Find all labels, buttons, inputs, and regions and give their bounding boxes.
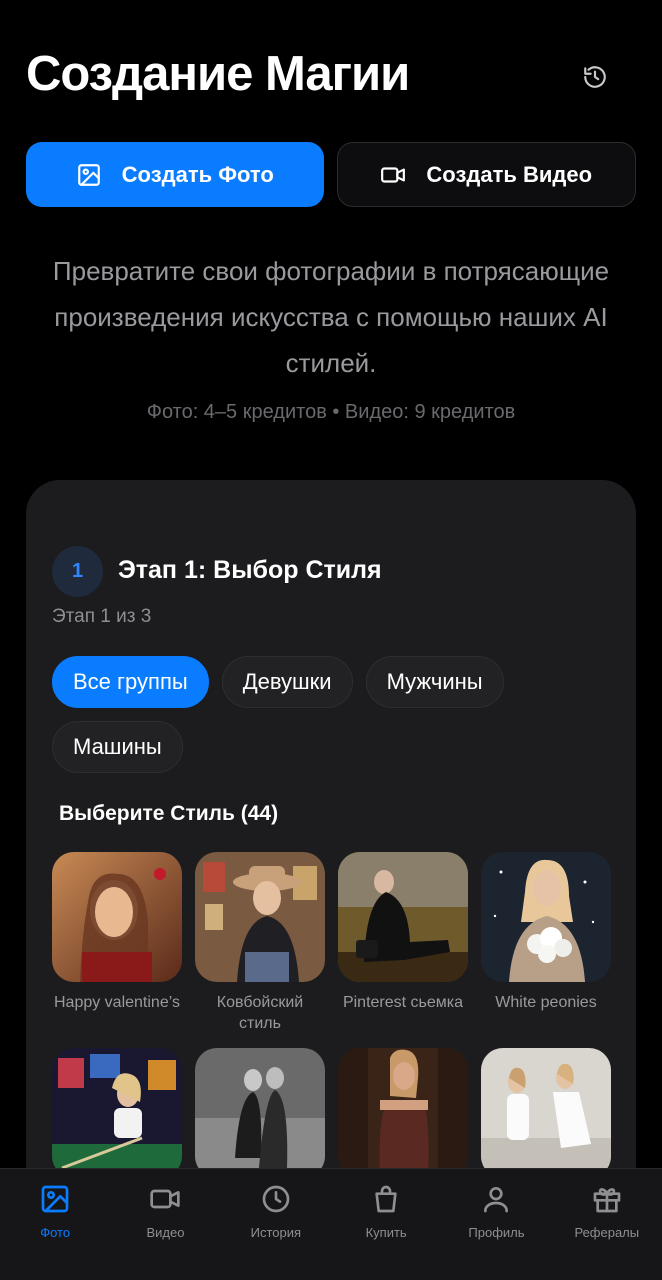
nav-item-photo[interactable]: Фото: [0, 1169, 110, 1280]
intro-text: Превратите свои фотографии в потрясающие…: [52, 256, 610, 378]
nav-item-history[interactable]: История: [221, 1169, 331, 1280]
image-icon: [77, 163, 100, 186]
header: Создание Магии: [26, 42, 636, 106]
nav-item-referrals[interactable]: Рефералы: [552, 1169, 662, 1280]
style-thumbnail: [52, 1048, 182, 1178]
history-icon: [584, 66, 606, 88]
video-icon: [150, 1189, 181, 1209]
style-label: Happy valentine’s: [53, 994, 180, 1011]
nav-item-buy[interactable]: Купить: [331, 1169, 441, 1280]
nav-item-label: Рефералы: [574, 1225, 640, 1240]
style-thumbnail: [338, 852, 468, 982]
filter-cars[interactable]: Машины: [52, 721, 183, 773]
style-tile[interactable]: Ковбойский стиль: [195, 852, 325, 1034]
step-title: Этап 1: Выбор Стиля: [118, 556, 382, 584]
filter-men[interactable]: Мужчины: [365, 656, 504, 708]
page-title: Создание Магии: [26, 47, 410, 101]
history-button[interactable]: [580, 62, 610, 92]
nav-item-label: Профиль: [468, 1225, 525, 1240]
nav-item-label: Фото: [40, 1225, 71, 1240]
style-tile[interactable]: White peonies: [481, 852, 611, 1034]
style-thumbnail: [195, 1048, 325, 1178]
nav-item-label: Видео: [146, 1225, 185, 1240]
create-photo-button[interactable]: Создать Фото: [26, 142, 324, 207]
nav-item-label: История: [250, 1225, 302, 1240]
create-video-button[interactable]: Создать Видео: [336, 142, 636, 207]
credits-info: Фото: 4–5 кредитов • Видео: 9 кредитов: [146, 401, 516, 423]
styles-heading: Выберите Стиль (44): [59, 802, 279, 825]
user-icon: [484, 1187, 509, 1213]
style-thumbnail: [52, 852, 182, 982]
style-tile[interactable]: Pinterest сьемка: [338, 852, 468, 1034]
shopping-bag-icon: [375, 1185, 397, 1213]
style-label: White peonies: [495, 994, 597, 1011]
video-camera-icon: [381, 166, 406, 183]
step-progress: Этап 1 из 3: [52, 606, 152, 627]
style-thumbnail: [338, 1048, 468, 1178]
filter-girls[interactable]: Девушки: [221, 656, 353, 708]
style-label: Ковбойский стиль: [216, 994, 304, 1032]
filter-all-groups[interactable]: Все группы: [52, 656, 209, 708]
style-label: Pinterest сьемка: [342, 994, 464, 1011]
clock-icon: [262, 1185, 290, 1213]
step-number-badge: 1: [52, 546, 103, 597]
image-icon: [41, 1185, 69, 1213]
bottom-navigation: Фото Видео История Купить Профиль Рефера…: [0, 1168, 662, 1280]
nav-item-profile[interactable]: Профиль: [441, 1169, 551, 1280]
group-filters: Все группы Девушки Мужчины Машины: [52, 656, 612, 773]
nav-item-video[interactable]: Видео: [110, 1169, 220, 1280]
style-thumbnail: [481, 1048, 611, 1178]
style-tile[interactable]: Happy valentine’s: [52, 852, 182, 1034]
style-thumbnail: [481, 852, 611, 982]
style-thumbnail: [195, 852, 325, 982]
nav-item-label: Купить: [365, 1225, 407, 1240]
create-video-label: Создать Видео: [426, 161, 593, 187]
create-photo-label: Создать Фото: [121, 161, 274, 187]
mode-selector: Создать Фото Создать Видео: [26, 142, 636, 207]
style-selection-card: 1 Этап 1: Выбор Стиля Этап 1 из 3 Все гр…: [26, 480, 636, 1240]
gift-icon: [593, 1188, 621, 1213]
